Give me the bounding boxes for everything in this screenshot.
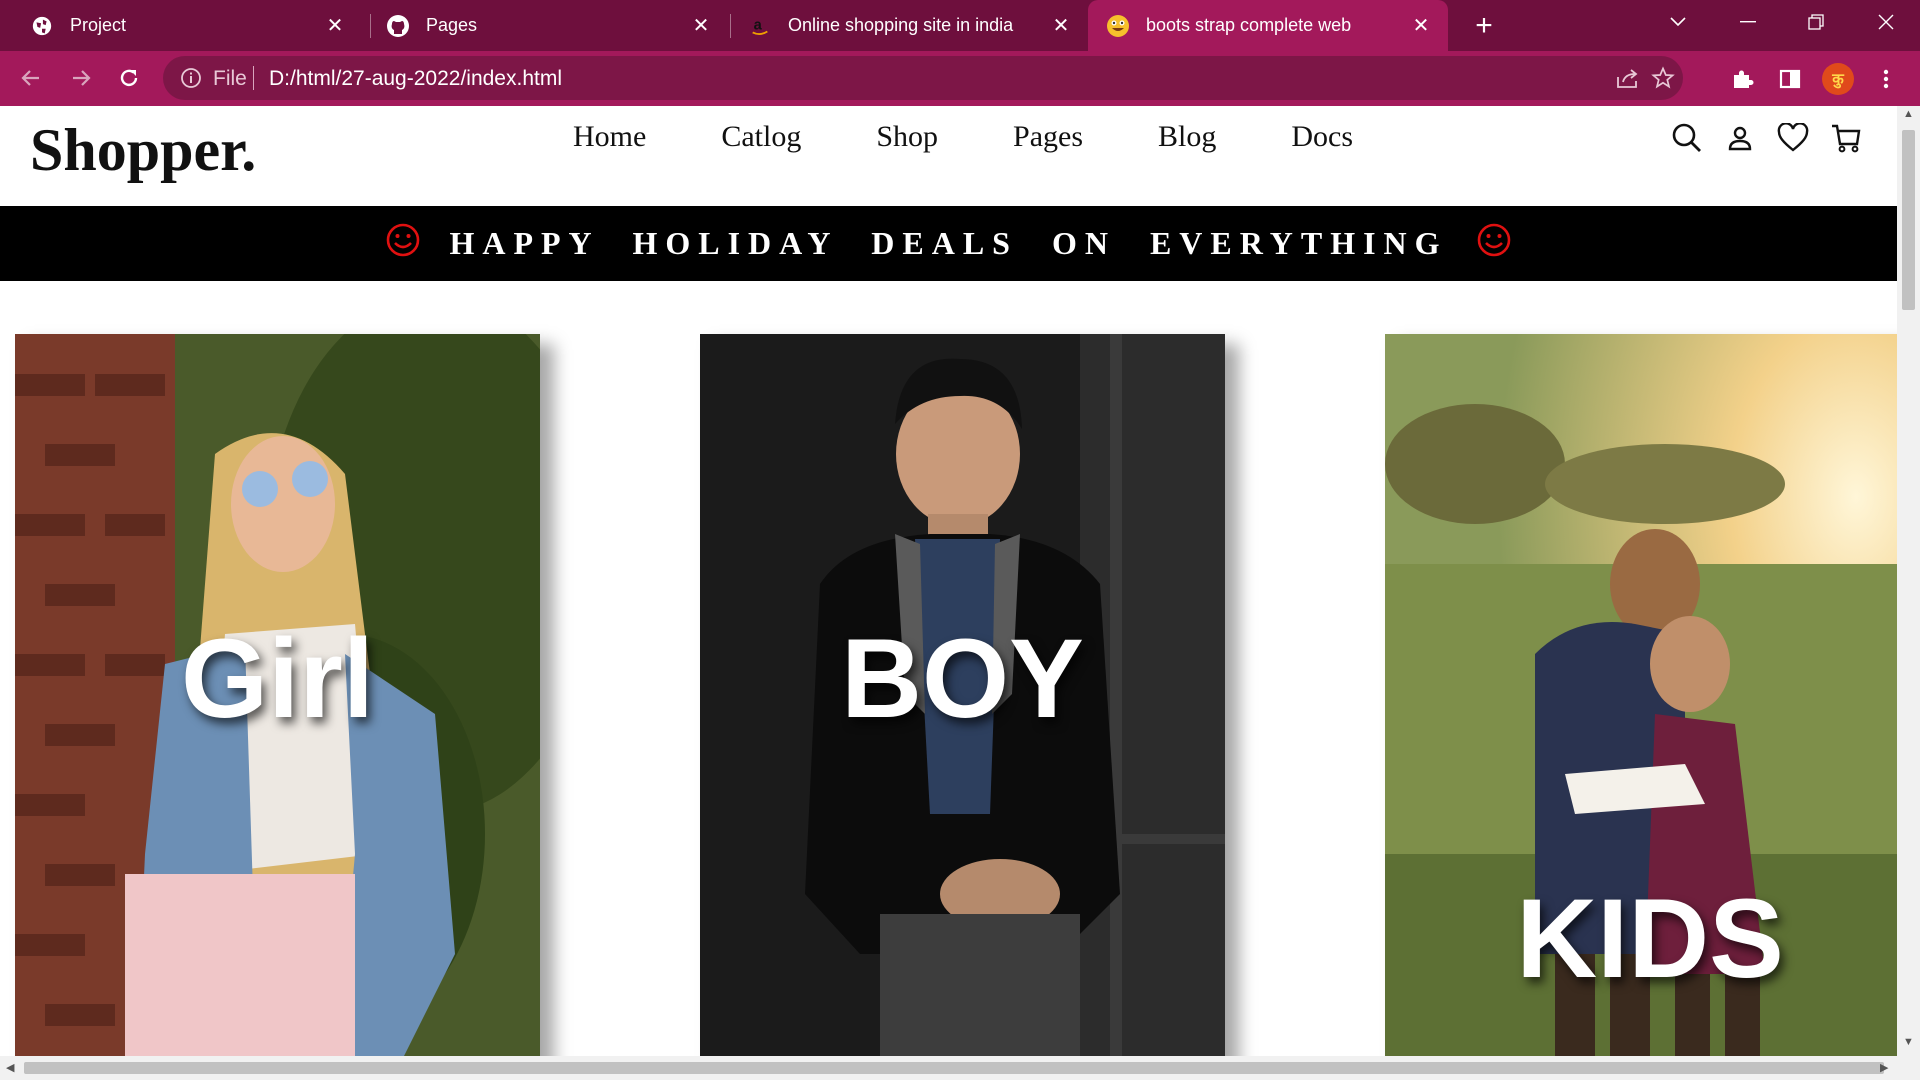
- scrollbar-thumb[interactable]: [24, 1062, 1884, 1074]
- restore-button[interactable]: [1782, 0, 1850, 44]
- header-actions: [1670, 121, 1863, 155]
- side-panel-icon: [1779, 69, 1801, 89]
- url-text[interactable]: D:/html/27-aug-2022/index.html: [269, 67, 562, 91]
- page-viewport: Shopper. Home Catlog Shop Pages Blog Doc…: [0, 106, 1897, 1056]
- scroll-up-icon[interactable]: ▲: [1903, 108, 1914, 120]
- bookmark-star-icon[interactable]: [1651, 66, 1675, 95]
- category-card-boy[interactable]: BOY: [700, 334, 1225, 1056]
- reload-button[interactable]: [110, 59, 148, 97]
- tab-bootstrap-web[interactable]: boots strap complete web ✕: [1088, 0, 1448, 51]
- minimize-button[interactable]: [1714, 0, 1782, 44]
- side-panel-button[interactable]: [1774, 63, 1806, 95]
- vertical-scrollbar[interactable]: ▲ ▼: [1897, 106, 1920, 1056]
- close-icon[interactable]: ✕: [1046, 11, 1076, 41]
- new-tab-button[interactable]: +: [1466, 8, 1502, 44]
- scroll-left-icon[interactable]: ◀: [6, 1061, 14, 1074]
- tab-title: Project: [70, 15, 127, 35]
- svg-text:a: a: [754, 17, 763, 33]
- amazon-icon: a: [748, 14, 772, 38]
- site-logo[interactable]: Shopper.: [30, 116, 256, 185]
- arrow-right-icon: [73, 70, 91, 86]
- close-icon[interactable]: ✕: [320, 11, 350, 41]
- cart-icon[interactable]: [1829, 121, 1863, 155]
- close-icon[interactable]: ✕: [1406, 11, 1436, 41]
- arrow-left-icon: [21, 70, 39, 86]
- nav-pages[interactable]: Pages: [1013, 120, 1083, 154]
- address-bar[interactable]: File D:/html/27-aug-2022/index.html: [163, 56, 1683, 100]
- github-icon: [386, 14, 410, 38]
- smiley-icon: [385, 222, 421, 265]
- chevron-down-icon: [1670, 17, 1686, 27]
- nav-blog[interactable]: Blog: [1158, 120, 1216, 154]
- back-button[interactable]: [12, 59, 50, 97]
- extensions-button[interactable]: [1726, 63, 1758, 95]
- banner-text: HAPPY HOLIDAY DEALS ON EVERYTHING: [449, 225, 1448, 261]
- tab-title: Pages: [426, 15, 478, 35]
- browser-toolbar: File D:/html/27-aug-2022/index.html कु: [0, 51, 1920, 106]
- main-nav: Home Catlog Shop Pages Blog Docs: [573, 120, 1428, 154]
- tab-title: Online shopping site in india: [788, 15, 1014, 35]
- card-label: BOY: [841, 616, 1084, 741]
- tab-project[interactable]: Project ✕: [0, 0, 362, 51]
- scheme-label: File: [213, 67, 247, 90]
- tab-pages[interactable]: Pages ✕: [362, 0, 728, 51]
- info-icon[interactable]: [179, 66, 203, 95]
- reload-icon: [120, 69, 138, 87]
- scroll-right-icon[interactable]: ▶: [1880, 1061, 1888, 1074]
- category-card-kids[interactable]: KIDS: [1385, 334, 1897, 1056]
- globe-icon: [30, 14, 54, 38]
- horizontal-scrollbar[interactable]: ◀ ▶: [0, 1056, 1920, 1080]
- tab-online-shopping[interactable]: a Online shopping site in india ✕: [728, 0, 1088, 51]
- smiley-icon: [1476, 222, 1512, 265]
- nav-home[interactable]: Home: [573, 120, 646, 154]
- emoji-face-icon: [1106, 14, 1130, 38]
- scroll-down-icon[interactable]: ▼: [1903, 1036, 1914, 1048]
- nav-docs[interactable]: Docs: [1291, 120, 1353, 154]
- nav-shop[interactable]: Shop: [876, 120, 938, 154]
- tab-strip: Project ✕ Pages ✕ a Online shopping site…: [0, 0, 1920, 51]
- promo-banner: HAPPY HOLIDAY DEALS ON EVERYTHING: [0, 206, 1897, 281]
- puzzle-icon: [1734, 70, 1754, 88]
- card-label: KIDS: [1516, 876, 1784, 1001]
- heart-icon[interactable]: [1776, 121, 1810, 155]
- profile-avatar[interactable]: कु: [1822, 63, 1854, 95]
- close-icon[interactable]: ✕: [686, 11, 716, 41]
- browser-menu-button[interactable]: [1870, 63, 1902, 95]
- more-vertical-icon: [1883, 69, 1889, 89]
- card-label: Girl: [181, 616, 374, 741]
- address-divider: [253, 66, 254, 90]
- tab-title: boots strap complete web: [1146, 15, 1352, 35]
- share-icon[interactable]: [1615, 66, 1641, 95]
- close-window-button[interactable]: [1852, 0, 1920, 44]
- scrollbar-thumb[interactable]: [1902, 130, 1915, 310]
- search-icon[interactable]: [1670, 121, 1704, 155]
- category-card-girl[interactable]: Girl: [15, 334, 540, 1056]
- tab-search-button[interactable]: [1644, 0, 1712, 44]
- forward-button[interactable]: [62, 59, 100, 97]
- user-icon[interactable]: [1723, 121, 1757, 155]
- nav-catlog[interactable]: Catlog: [721, 120, 801, 154]
